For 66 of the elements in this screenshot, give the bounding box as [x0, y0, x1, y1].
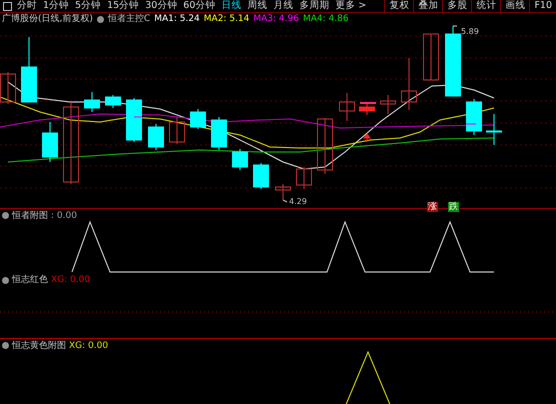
- period-tab[interactable]: 60分钟: [182, 0, 216, 12]
- up-arrow-icon: [363, 134, 370, 142]
- toolbar-action-button[interactable]: 多股: [442, 0, 472, 12]
- toolbar-action-button[interactable]: 叠加: [413, 0, 442, 12]
- indicator-icon[interactable]: [96, 16, 104, 22]
- indicator-line-drawing: [344, 350, 392, 404]
- period-tab[interactable]: 更多 >: [334, 0, 368, 12]
- indicator-name: 恒者主控C: [108, 14, 150, 24]
- panel-title: 恒志红色: [12, 275, 48, 286]
- toolbar-action-button[interactable]: F10: [529, 0, 556, 12]
- period-tab[interactable]: 30分钟: [144, 0, 178, 12]
- period-tab[interactable]: 5分钟: [74, 0, 102, 12]
- moving-average-value: MA3: 4.96: [253, 14, 299, 24]
- toolbar-action-button[interactable]: 画线: [500, 0, 530, 12]
- candlestick: [253, 162, 269, 190]
- candlestick: [401, 58, 417, 110]
- panel-title: 恒志黄色附图: [12, 340, 66, 351]
- period-tab[interactable]: 日线: [220, 0, 242, 12]
- candlestick: [211, 116, 227, 150]
- candlestick: [380, 94, 396, 114]
- indicator-icon[interactable]: [2, 276, 9, 284]
- high-price-label: 5.89: [461, 27, 479, 36]
- period-tab[interactable]: 分时: [16, 0, 38, 12]
- candlestick: [126, 98, 142, 142]
- candlestick: [84, 92, 100, 112]
- signal-marker: 涨: [427, 202, 438, 212]
- candlestick: [296, 166, 312, 190]
- indicator-icon[interactable]: [2, 342, 9, 350]
- candlestick: [445, 26, 461, 96]
- candlestick: [466, 98, 482, 136]
- tick-mark: [134, 116, 142, 118]
- tick-mark: [360, 102, 376, 104]
- candlestick: [423, 34, 439, 80]
- candlestick: [105, 94, 121, 108]
- moving-average-value: MA2: 5.14: [204, 14, 250, 24]
- toolbar-action-button[interactable]: 统计: [471, 0, 500, 12]
- panel-value: XG: 0.00: [69, 340, 108, 351]
- period-tab[interactable]: 15分钟: [106, 0, 140, 12]
- signal-marker: 跌: [448, 202, 459, 212]
- panel-value: : 0.00: [51, 210, 77, 221]
- candlestick: [0, 72, 16, 104]
- panel-value: XG: 0.00: [51, 275, 90, 286]
- period-tab[interactable]: 1分钟: [42, 0, 70, 12]
- moving-average-value: MA4: 4.86: [302, 14, 349, 24]
- period-tab[interactable]: 月线: [272, 0, 294, 12]
- candlestick: [232, 148, 248, 170]
- toolbar-action-button[interactable]: 复权: [384, 0, 414, 12]
- candlestick: [275, 184, 291, 200]
- indicator-icon[interactable]: [2, 212, 9, 220]
- candlestick: [359, 102, 375, 116]
- panel-toggle-icon[interactable]: [3, 2, 12, 10]
- period-tab[interactable]: 周线: [246, 0, 268, 12]
- panel-title: 恒者附图: [12, 210, 48, 221]
- candlestick: [486, 114, 502, 146]
- candlestick: [317, 118, 333, 174]
- candlestick: [42, 122, 58, 162]
- leader-line: [282, 200, 288, 202]
- candlestick: [339, 92, 355, 122]
- chart-title: 广博股份(日线,前复权): [2, 14, 93, 24]
- moving-average-value: MA1: 5.24: [154, 14, 200, 24]
- candlestick: [21, 36, 37, 102]
- period-tab[interactable]: 多周期: [298, 0, 330, 12]
- candlestick: [169, 116, 185, 144]
- candlestick: [190, 108, 206, 130]
- low-price-label: 4.29: [289, 197, 307, 206]
- candlestick: [148, 124, 164, 150]
